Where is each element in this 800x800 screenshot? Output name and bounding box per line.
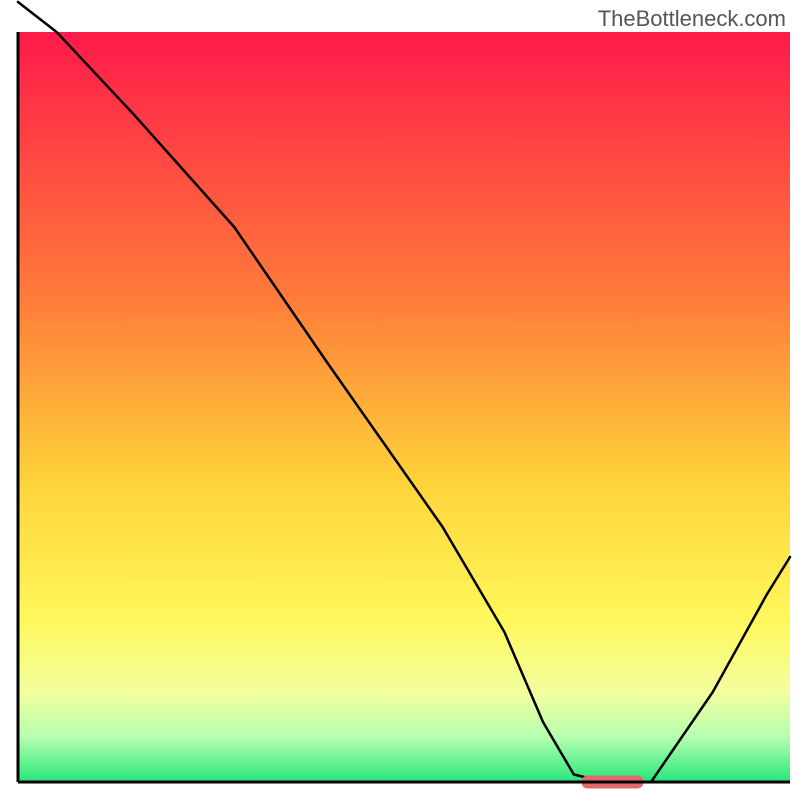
bottleneck-chart [0,0,800,800]
chart-container: TheBottleneck.com [0,0,800,800]
watermark-text: TheBottleneck.com [598,6,786,32]
gradient-background [18,32,790,782]
plot-area [18,2,790,789]
